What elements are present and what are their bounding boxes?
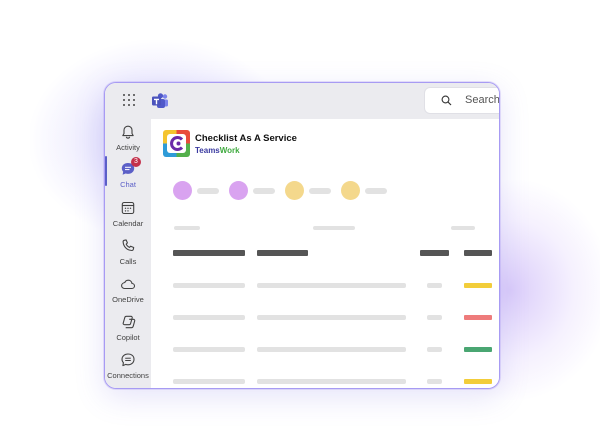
status-indicator [464, 379, 492, 384]
search-placeholder: Search ( [465, 94, 500, 106]
rail-item-calls[interactable]: Calls [105, 238, 151, 266]
chip-dot [285, 181, 304, 200]
column-header [420, 250, 449, 256]
checklist-app-logo [163, 130, 190, 157]
chip-label-placeholder [309, 188, 331, 194]
chip-dot [229, 181, 248, 200]
app-brand: TeamsWork [195, 146, 240, 155]
rail-label: OneDrive [112, 295, 144, 304]
search-input[interactable]: Search ( [425, 88, 500, 113]
cell-placeholder [173, 379, 245, 384]
chip-dot [173, 181, 192, 200]
brand-part-2: Work [219, 146, 240, 155]
app-launcher-icon[interactable] [123, 94, 135, 106]
cell-placeholder [257, 347, 406, 352]
cell-placeholder [173, 347, 245, 352]
rail-label: Chat [120, 180, 136, 189]
title-bar: Search ( [105, 83, 499, 119]
bell-icon [122, 125, 134, 139]
teams-window: Search ( Activity 3 Chat [104, 82, 500, 389]
copilot-icon [122, 315, 136, 329]
app-content: Checklist As A Service TeamsWork [151, 119, 499, 388]
chip-label-placeholder [253, 188, 275, 194]
rail-label: Calls [119, 257, 137, 266]
rail-label: Copilot [116, 333, 140, 342]
section-label-placeholder [313, 226, 355, 230]
chip-label-placeholder [365, 188, 387, 194]
status-indicator [464, 347, 492, 352]
rail-item-copilot[interactable]: Copilot [105, 314, 151, 342]
rail-item-connections[interactable]: Connections [105, 352, 151, 380]
connections-icon [121, 353, 135, 367]
chip-dot [341, 181, 360, 200]
rail-item-onedrive[interactable]: OneDrive [105, 276, 151, 304]
chat-badge: 3 [131, 157, 141, 167]
column-header [464, 250, 492, 256]
rail-label: Connections [107, 371, 149, 380]
calendar-icon [121, 201, 135, 215]
cell-placeholder [427, 315, 442, 320]
section-label-placeholder [451, 226, 475, 230]
cell-placeholder [427, 347, 442, 352]
status-indicator [464, 283, 492, 288]
status-indicator [464, 315, 492, 320]
filter-chip[interactable] [341, 181, 413, 201]
column-header [257, 250, 308, 256]
left-rail: Activity 3 Chat Calendar Calls OneDrive … [105, 119, 151, 388]
rail-item-activity[interactable]: Activity [105, 124, 151, 152]
phone-icon [122, 239, 135, 252]
cloud-icon [121, 279, 136, 290]
app-logo-icon [163, 130, 190, 157]
cell-placeholder [173, 283, 245, 288]
rail-label: Calendar [112, 219, 144, 228]
search-icon [441, 95, 452, 106]
column-header [173, 250, 245, 256]
teams-logo-icon [152, 93, 168, 108]
section-label-placeholder [174, 226, 200, 230]
app-title: Checklist As A Service [195, 133, 297, 144]
cell-placeholder [257, 379, 406, 384]
brand-part-1: Teams [195, 146, 220, 155]
cell-placeholder [257, 283, 406, 288]
cell-placeholder [257, 315, 406, 320]
rail-item-calendar[interactable]: Calendar [105, 200, 151, 228]
chip-label-placeholder [197, 188, 219, 194]
rail-label: Activity [116, 143, 140, 152]
cell-placeholder [427, 379, 442, 384]
rail-item-chat[interactable]: 3 Chat [105, 157, 151, 189]
cell-placeholder [173, 315, 245, 320]
cell-placeholder [427, 283, 442, 288]
